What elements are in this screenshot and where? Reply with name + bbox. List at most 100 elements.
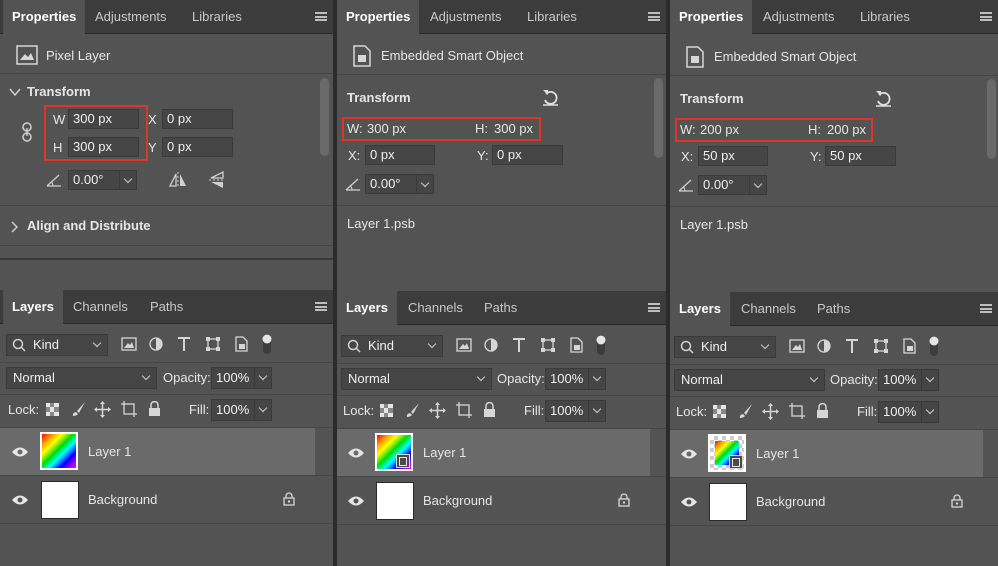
image-filter-icon[interactable] xyxy=(456,338,472,352)
lock-image-icon[interactable] xyxy=(738,403,754,419)
layer-row-layer-1[interactable]: Layer 1 xyxy=(0,428,315,475)
lock-transparent-icon[interactable] xyxy=(713,405,726,418)
tab-libraries[interactable]: Libraries xyxy=(183,0,251,34)
filter-toggle-icon[interactable] xyxy=(261,333,273,355)
eye-icon[interactable] xyxy=(11,446,29,458)
layer-row-background[interactable]: Background xyxy=(670,478,983,525)
layer-name[interactable]: Layer 1 xyxy=(88,444,131,459)
smart-object-file-name[interactable]: Layer 1.psb xyxy=(347,216,415,231)
blend-mode-select[interactable]: Normal xyxy=(674,369,825,391)
tab-layers[interactable]: Layers xyxy=(337,291,397,325)
layer-name[interactable]: Layer 1 xyxy=(423,445,466,460)
tab-layers[interactable]: Layers xyxy=(3,290,63,324)
layer-name[interactable]: Background xyxy=(423,493,492,508)
panel-menu-icon[interactable] xyxy=(648,303,660,312)
tab-paths[interactable]: Paths xyxy=(141,290,192,324)
eye-icon[interactable] xyxy=(347,495,365,507)
fill-field[interactable]: 100% xyxy=(878,401,922,423)
smart-filter-icon[interactable] xyxy=(234,336,248,352)
shape-filter-icon[interactable] xyxy=(873,338,889,354)
lock-position-icon[interactable] xyxy=(94,401,111,418)
x-field[interactable]: 0 px xyxy=(162,109,233,129)
reset-icon[interactable] xyxy=(875,90,892,107)
opacity-dropdown[interactable] xyxy=(254,367,272,389)
image-filter-icon[interactable] xyxy=(121,337,137,351)
reset-icon[interactable] xyxy=(542,89,559,106)
layer-row-background[interactable]: Background xyxy=(0,476,315,523)
lock-position-icon[interactable] xyxy=(429,402,446,419)
lock-position-icon[interactable] xyxy=(762,403,779,420)
lock-artboard-icon[interactable] xyxy=(121,401,137,417)
smart-object-file-name[interactable]: Layer 1.psb xyxy=(680,217,748,232)
angle-field[interactable]: 0.00° xyxy=(698,175,750,195)
opacity-dropdown[interactable] xyxy=(921,369,939,391)
lock-all-icon[interactable] xyxy=(148,401,161,417)
lock-transparent-icon[interactable] xyxy=(46,403,59,416)
y-field[interactable]: 0 px xyxy=(162,137,233,157)
tab-channels[interactable]: Channels xyxy=(399,291,472,325)
opacity-dropdown[interactable] xyxy=(588,368,606,390)
panel-splitter[interactable] xyxy=(0,258,333,260)
eye-icon[interactable] xyxy=(347,447,365,459)
link-icon[interactable] xyxy=(21,122,33,142)
type-filter-icon[interactable] xyxy=(512,337,526,353)
scrollbar[interactable] xyxy=(320,78,329,156)
lock-image-icon[interactable] xyxy=(405,402,421,418)
tab-libraries[interactable]: Libraries xyxy=(518,0,586,34)
tab-paths[interactable]: Paths xyxy=(808,292,859,326)
panel-menu-icon[interactable] xyxy=(315,12,327,21)
eye-icon[interactable] xyxy=(680,496,698,508)
filter-toggle-icon[interactable] xyxy=(595,334,607,356)
adjustment-filter-icon[interactable] xyxy=(149,337,163,351)
tab-properties[interactable]: Properties xyxy=(670,0,753,34)
image-filter-icon[interactable] xyxy=(789,339,805,353)
panel-menu-icon[interactable] xyxy=(648,12,660,21)
tab-libraries[interactable]: Libraries xyxy=(851,0,919,34)
scrollbar[interactable] xyxy=(654,78,663,158)
flip-horizontal-icon[interactable] xyxy=(168,171,188,189)
y-field[interactable]: 0 px xyxy=(492,145,563,165)
smart-filter-icon[interactable] xyxy=(569,337,583,353)
x-field[interactable]: 0 px xyxy=(365,145,435,165)
tab-adjustments[interactable]: Adjustments xyxy=(754,0,844,34)
lock-artboard-icon[interactable] xyxy=(456,402,472,418)
x-field[interactable]: 50 px xyxy=(698,146,768,166)
scrollbar[interactable] xyxy=(987,79,996,159)
panel-menu-icon[interactable] xyxy=(980,12,992,21)
align-section-title[interactable]: Align and Distribute xyxy=(27,218,151,233)
layer-row-layer-1[interactable]: Layer 1 xyxy=(337,429,650,476)
layer-row-layer-1[interactable]: Layer 1 xyxy=(670,430,983,477)
flip-vertical-icon[interactable] xyxy=(208,170,226,190)
tab-properties[interactable]: Properties xyxy=(3,0,86,34)
lock-all-icon[interactable] xyxy=(483,402,496,418)
tab-channels[interactable]: Channels xyxy=(64,290,137,324)
angle-field[interactable]: 0.00° xyxy=(68,170,120,190)
tab-channels[interactable]: Channels xyxy=(732,292,805,326)
tab-adjustments[interactable]: Adjustments xyxy=(86,0,176,34)
panel-menu-icon[interactable] xyxy=(980,304,992,313)
tab-layers[interactable]: Layers xyxy=(670,292,730,326)
fill-dropdown[interactable] xyxy=(921,401,939,423)
smart-filter-icon[interactable] xyxy=(902,338,916,354)
fill-field[interactable]: 100% xyxy=(545,400,589,422)
lock-transparent-icon[interactable] xyxy=(380,404,393,417)
layer-name[interactable]: Background xyxy=(756,494,825,509)
layer-name[interactable]: Layer 1 xyxy=(756,446,799,461)
angle-dropdown[interactable] xyxy=(416,174,434,194)
opacity-field[interactable]: 100% xyxy=(211,367,255,389)
fill-field[interactable]: 100% xyxy=(211,399,255,421)
tab-properties[interactable]: Properties xyxy=(337,0,420,34)
angle-dropdown[interactable] xyxy=(749,175,767,195)
lock-image-icon[interactable] xyxy=(71,401,87,417)
layer-name[interactable]: Background xyxy=(88,492,157,507)
angle-field[interactable]: 0.00° xyxy=(365,174,417,194)
layer-row-background[interactable]: Background xyxy=(337,477,650,524)
chevron-right-icon[interactable] xyxy=(10,221,18,233)
eye-icon[interactable] xyxy=(680,448,698,460)
lock-all-icon[interactable] xyxy=(816,403,829,419)
angle-dropdown[interactable] xyxy=(119,170,137,190)
blend-mode-select[interactable]: Normal xyxy=(341,368,492,390)
tab-adjustments[interactable]: Adjustments xyxy=(421,0,511,34)
fill-dropdown[interactable] xyxy=(254,399,272,421)
y-field[interactable]: 50 px xyxy=(825,146,896,166)
